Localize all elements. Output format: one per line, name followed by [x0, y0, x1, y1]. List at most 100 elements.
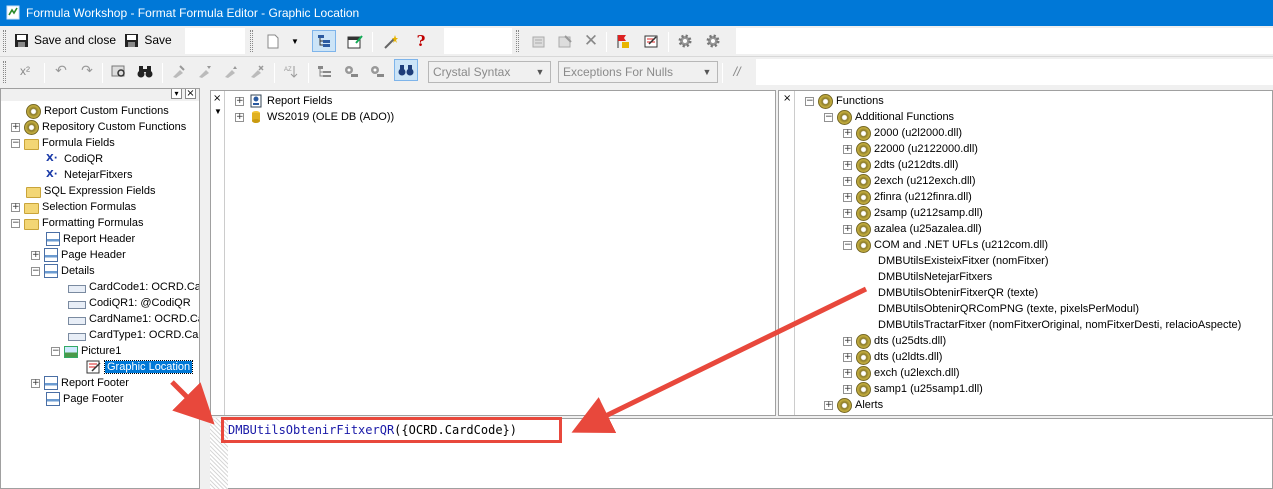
toolbar-grip[interactable] [516, 30, 519, 52]
formula-edit-button[interactable] [640, 30, 662, 52]
sort-button[interactable]: AZ [280, 60, 302, 82]
expand-icon[interactable]: + [843, 160, 852, 170]
function-item-dmbutils-obtenir-fitxer-qr[interactable]: DMBUtilsObtenirFitxerQR (texte) [878, 285, 1038, 301]
expand-icon[interactable]: + [843, 336, 852, 346]
properties-button[interactable] [344, 30, 366, 52]
save-and-close-button[interactable]: Save and close [12, 29, 118, 51]
function-item-2exch[interactable]: + 2exch (u212exch.dll) [843, 173, 976, 189]
function-item-exch[interactable]: + exch (u2lexch.dll) [843, 365, 960, 381]
next-bookmark-button[interactable] [194, 60, 216, 82]
tree-item-codiqr1[interactable]: CodiQR1: @CodiQR [68, 295, 191, 311]
function-item-functions[interactable]: − Functions [805, 93, 884, 109]
tree-item-netejarfitxers[interactable]: X· NetejarFitxers [46, 167, 132, 183]
tree-item-page-footer[interactable]: Page Footer [46, 391, 124, 407]
comment-button[interactable]: // [726, 60, 748, 82]
toolbar-grip[interactable] [250, 30, 253, 52]
bookmark-button[interactable] [612, 30, 634, 52]
collapse-icon[interactable]: − [805, 96, 814, 106]
custom-function-button[interactable] [674, 30, 696, 52]
collapse-icon[interactable]: − [11, 218, 20, 228]
null-handling-select[interactable]: Exceptions For Nulls ▼ [558, 61, 718, 83]
tree-item-report-footer[interactable]: + Report Footer [31, 375, 129, 391]
function-settings-button[interactable] [702, 30, 724, 52]
functions-panel[interactable]: × − Functions − Additional Functions + 2… [778, 90, 1273, 416]
functions-panel-close-icon[interactable]: × [783, 93, 791, 104]
toolbar-grip[interactable] [3, 30, 6, 52]
function-item-dmbutils-tractar-fitxer[interactable]: DMBUtilsTractarFitxer (nomFitxerOriginal… [878, 317, 1241, 333]
tree-item-picture1[interactable]: − Picture1 [51, 343, 121, 359]
function-item-2000[interactable]: + 2000 (u2l2000.dll) [843, 125, 962, 141]
expand-icon[interactable]: + [824, 400, 833, 410]
tree-item-cardname1[interactable]: CardName1: OCRD.Ca [68, 311, 199, 327]
function-item-2samp[interactable]: + 2samp (u212samp.dll) [843, 205, 983, 221]
rename-button[interactable] [554, 30, 576, 52]
tree-item-report-header[interactable]: Report Header [46, 231, 135, 247]
expand-icon[interactable]: + [843, 144, 852, 154]
tree-item-cardtype1[interactable]: CardType1: OCRD.Ca [68, 327, 198, 343]
find-button[interactable] [134, 60, 156, 82]
tree-item-graphic-location[interactable]: Graphic Location [86, 359, 194, 375]
expand-icon[interactable]: + [31, 378, 40, 388]
expand-icon[interactable]: + [843, 352, 852, 362]
new-formula-button[interactable] [528, 30, 550, 52]
expand-icon[interactable]: + [843, 384, 852, 394]
browse-data-button[interactable] [108, 60, 130, 82]
expand-icon[interactable]: + [843, 208, 852, 218]
workshop-tree-panel[interactable]: ▾ × Report Custom Functions + Repository… [0, 88, 200, 489]
report-fields-panel[interactable]: × ▼ + Report Fields + WS2019 (OLE DB (AD… [210, 90, 776, 416]
help-button[interactable]: ? [410, 30, 432, 52]
tree-item-formatting-formulas[interactable]: − Formatting Formulas [11, 215, 143, 231]
expand-icon[interactable]: + [11, 202, 20, 212]
function-item-azalea[interactable]: + azalea (u25azalea.dll) [843, 221, 982, 237]
function-item-com-net-ufls[interactable]: − COM and .NET UFLs (u212com.dll) [843, 237, 1048, 253]
show-functions-button[interactable] [340, 60, 362, 82]
function-item-dmbutils-existeix-fitxer[interactable]: DMBUtilsExisteixFitxer (nomFitxer) [878, 253, 1049, 269]
collapse-icon[interactable]: − [11, 138, 20, 148]
toggle-trees-button[interactable] [394, 59, 418, 81]
collapse-icon[interactable]: − [824, 112, 833, 122]
expert-button[interactable] [380, 30, 402, 52]
new-dropdown-button[interactable]: ▼ [288, 30, 302, 52]
fields-item-report-fields[interactable]: + Report Fields [235, 93, 332, 109]
collapse-icon[interactable]: − [51, 346, 60, 356]
toolbar-grip[interactable] [3, 61, 6, 83]
function-item-dmbutils-obtenir-qr-com-png[interactable]: DMBUtilsObtenirQRComPNG (texte, pixelsPe… [878, 301, 1139, 317]
clear-bookmarks-button[interactable] [246, 60, 268, 82]
show-operators-button[interactable] [366, 60, 388, 82]
expand-icon[interactable]: + [843, 224, 852, 234]
tree-item-codiqr[interactable]: X· CodiQR [46, 151, 103, 167]
tree-item-repository-custom-functions[interactable]: + Repository Custom Functions [11, 119, 186, 135]
vertical-splitter[interactable] [201, 88, 209, 489]
expand-icon[interactable]: + [235, 96, 244, 106]
expand-icon[interactable]: + [235, 112, 244, 122]
toggle-tree-button[interactable] [312, 30, 336, 52]
tree-item-sql-expression-fields[interactable]: SQL Expression Fields [26, 183, 155, 199]
tree-dropdown-icon[interactable]: ▾ [171, 89, 182, 99]
expand-icon[interactable]: + [11, 122, 20, 132]
collapse-icon[interactable]: − [843, 240, 852, 250]
function-item-dmbutils-netejar-fitxers[interactable]: DMBUtilsNetejarFitxers [878, 269, 992, 285]
function-item-22000[interactable]: + 22000 (u2122000.dll) [843, 141, 978, 157]
bookmark-toggle-button[interactable] [168, 60, 190, 82]
previous-bookmark-button[interactable] [220, 60, 242, 82]
expand-icon[interactable]: + [843, 176, 852, 186]
function-item-dts-u2l[interactable]: + dts (u2ldts.dll) [843, 349, 942, 365]
undo-button[interactable]: ↶ [50, 60, 72, 82]
function-item-dts-u25[interactable]: + dts (u25dts.dll) [843, 333, 946, 349]
expand-icon[interactable]: + [843, 368, 852, 378]
expand-icon[interactable]: + [843, 192, 852, 202]
tree-item-selection-formulas[interactable]: + Selection Formulas [11, 199, 136, 215]
tree-item-page-header[interactable]: + Page Header [31, 247, 126, 263]
fields-item-ws2019[interactable]: + WS2019 (OLE DB (ADO)) [235, 109, 394, 125]
show-fields-button[interactable] [314, 60, 336, 82]
tree-close-icon[interactable]: × [185, 89, 196, 99]
expand-icon[interactable]: + [31, 250, 40, 260]
function-item-additional-functions[interactable]: − Additional Functions [824, 109, 954, 125]
tree-item-cardcode1[interactable]: CardCode1: OCRD.Ca [68, 279, 199, 295]
redo-button[interactable]: ↷ [76, 60, 98, 82]
function-item-2finra[interactable]: + 2finra (u212finra.dll) [843, 189, 972, 205]
function-item-samp1[interactable]: + samp1 (u25samp1.dll) [843, 381, 983, 397]
function-item-alerts[interactable]: + Alerts [824, 397, 883, 413]
tree-item-details[interactable]: − Details [31, 263, 95, 279]
new-document-button[interactable] [262, 30, 284, 52]
